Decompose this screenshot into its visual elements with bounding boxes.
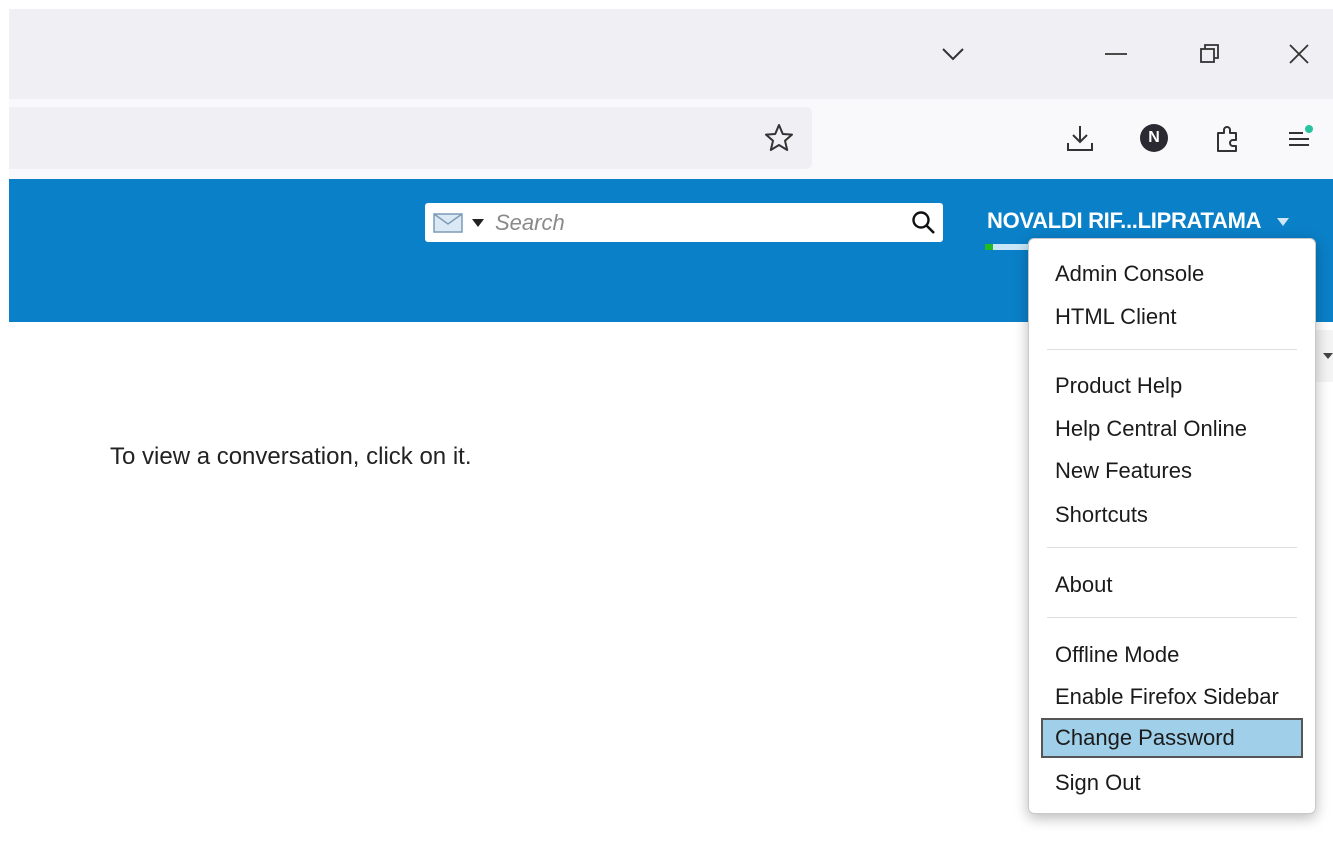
menu-item-html-client[interactable]: HTML Client [1041, 297, 1303, 337]
menu-item-sign-out[interactable]: Sign Out [1041, 763, 1303, 803]
menu-separator [1047, 617, 1297, 618]
chevron-down-icon [942, 48, 964, 61]
user-dropdown-menu: Admin Console HTML Client Product Help H… [1028, 238, 1316, 814]
menu-icon [1289, 125, 1313, 146]
menu-item-enable-firefox-sidebar[interactable]: Enable Firefox Sidebar [1041, 677, 1303, 717]
search-input[interactable] [495, 205, 895, 240]
profile-icon: N [1140, 124, 1168, 152]
profile-button[interactable]: N [1134, 118, 1174, 158]
caret-down-icon[interactable] [1322, 352, 1333, 360]
menu-separator [1047, 349, 1297, 350]
search-box[interactable] [425, 203, 943, 242]
user-name: NOVALDI RIF...LIPRATAMA [987, 208, 1261, 233]
envelope-icon [433, 212, 463, 233]
menu-item-shortcuts[interactable]: Shortcuts [1041, 495, 1303, 535]
bookmark-button[interactable] [759, 118, 799, 158]
star-icon [765, 124, 793, 151]
download-icon [1067, 126, 1093, 151]
restore-button[interactable] [1187, 31, 1233, 77]
restore-icon [1200, 44, 1219, 63]
user-menu-button[interactable]: NOVALDI RIF...LIPRATAMA [987, 208, 1290, 234]
minimize-icon [1105, 53, 1127, 55]
search-type-selector[interactable] [433, 212, 485, 233]
app-menu-button[interactable] [1280, 118, 1320, 158]
search-icon[interactable] [911, 210, 937, 236]
menu-item-help-central-online[interactable]: Help Central Online [1041, 409, 1303, 449]
caret-down-icon [1277, 218, 1290, 227]
profile-initial: N [1148, 129, 1160, 146]
close-window-button[interactable] [1276, 31, 1322, 77]
menu-item-about[interactable]: About [1041, 565, 1303, 605]
quota-bar-fill [985, 244, 993, 250]
menu-item-change-password[interactable]: Change Password [1041, 718, 1303, 758]
tab-list-button[interactable] [930, 31, 976, 77]
reading-pane-edge [1313, 330, 1333, 382]
extensions-button[interactable] [1207, 118, 1247, 158]
menu-item-admin-console[interactable]: Admin Console [1041, 254, 1303, 294]
dropdown-arrow-icon [472, 218, 484, 227]
url-bar[interactable] [9, 107, 812, 169]
cropped-top-text [0, 0, 1333, 8]
minimize-button[interactable] [1093, 31, 1139, 77]
menu-item-offline-mode[interactable]: Offline Mode [1041, 635, 1303, 675]
menu-separator [1047, 547, 1297, 548]
downloads-button[interactable] [1060, 118, 1100, 158]
extensions-icon [1217, 126, 1237, 152]
close-icon [1289, 44, 1309, 64]
menu-item-new-features[interactable]: New Features [1041, 451, 1303, 491]
menu-item-product-help[interactable]: Product Help [1041, 366, 1303, 406]
reading-pane-message: To view a conversation, click on it. [110, 443, 472, 470]
